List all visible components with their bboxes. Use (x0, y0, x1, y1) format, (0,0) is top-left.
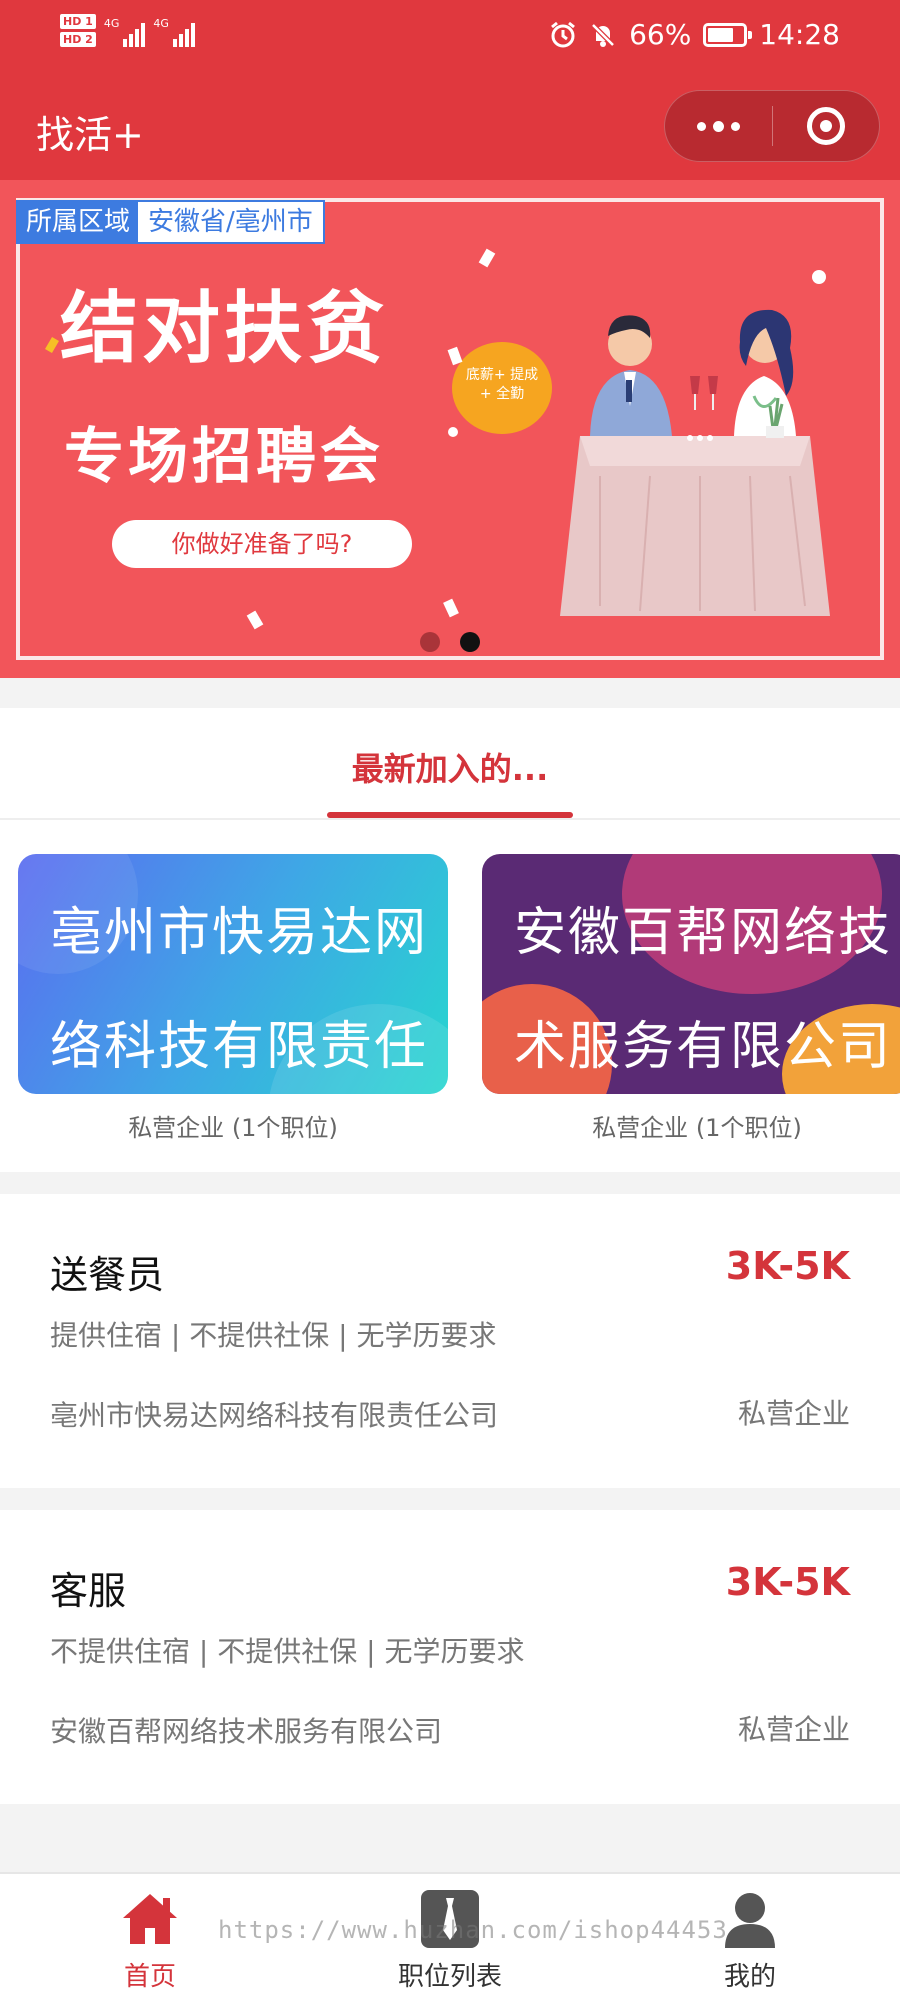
network-type-2: 4G (153, 17, 169, 30)
region-value: 安徽省/亳州市 (148, 207, 313, 237)
banner-title: 结对扶贫 (60, 284, 389, 374)
more-menu-button[interactable] (665, 91, 772, 161)
job-salary: 3K-5K (725, 1560, 850, 1604)
latest-section-header: 最新加入的... (0, 708, 900, 820)
watermark: https://www.huzhan.com/ishop44453 (218, 1916, 728, 1944)
hd-badges: HD 1 HD 2 (60, 14, 96, 50)
job-company: 亳州市快易达网络科技有限责任公司 (50, 1399, 499, 1432)
battery-charging-icon (703, 22, 753, 47)
battery-percent: 66% (629, 18, 692, 51)
confetti-decoration (448, 427, 458, 437)
target-circle-icon (806, 107, 845, 145)
confetti-decoration (812, 270, 826, 284)
company-name: 亳州市快易达网络科技有限责任 (50, 903, 429, 1077)
tab-mine-label: 我的 (723, 1962, 776, 1992)
home-icon (123, 1894, 177, 1944)
company-banner: 安徽百帮网络技术服务有限公司 (482, 854, 900, 1094)
region-selector[interactable]: 所属区域 安徽省/亳州市 (16, 200, 325, 244)
miniprogram-capsule (664, 90, 880, 162)
nav-bar: 找活+ (0, 82, 900, 180)
company-carousel[interactable]: 亳州市快易达网络科技有限责任 私营企业 (1个职位) 安徽百帮网络技术服务有限公… (0, 820, 900, 1172)
job-benefits: 提供住宿 | 不提供社保 | 无学历要求 (50, 1319, 497, 1352)
speech-bubble: 底薪+ 提成 + 全勤 (452, 342, 552, 434)
hd2-badge: HD 2 (60, 32, 96, 47)
clock: 14:28 (759, 18, 840, 51)
network-type-1: 4G (103, 17, 120, 30)
bubble-line-2: + 全勤 (479, 386, 525, 402)
status-right: 66% 14:28 (549, 18, 840, 51)
signal-icon-sim1: 4G (104, 17, 146, 47)
user-icon (725, 1893, 775, 1948)
tab-job-list-label: 职位列表 (397, 1962, 502, 1992)
company-card[interactable]: 安徽百帮网络技术服务有限公司 私营企业 (1个职位) (482, 854, 900, 1143)
company-type: 私营企业 (737, 1397, 850, 1430)
company-banner: 亳州市快易达网络科技有限责任 (18, 854, 448, 1094)
close-miniprogram-button[interactable] (773, 91, 880, 161)
status-bar: HD 1 HD 2 4G 4G 66% 14:28 (0, 0, 900, 82)
signal-icon-sim2: 4G (153, 17, 195, 47)
section-tab-latest[interactable]: 最新加入的... (0, 744, 900, 790)
bell-off-icon (591, 22, 615, 47)
banner-pill: 你做好准备了吗? (112, 520, 412, 568)
carousel-indicator[interactable] (420, 632, 480, 652)
region-label: 所属区域 (18, 202, 139, 242)
signal-group: HD 1 HD 2 4G 4G (60, 14, 195, 50)
tab-underline (327, 812, 573, 818)
hd1-badge: HD 1 (60, 14, 96, 29)
company-meta: 私营企业 (1个职位) (128, 1114, 338, 1142)
company-meta: 私营企业 (1个职位) (592, 1114, 802, 1142)
company-card[interactable]: 亳州市快易达网络科技有限责任 私营企业 (1个职位) (18, 854, 448, 1143)
couple-dining-illustration (560, 309, 830, 616)
banner-subtitle: 专场招聘会 (64, 422, 384, 492)
company-name: 安徽百帮网络技术服务有限公司 (514, 903, 893, 1077)
more-dots-icon (696, 121, 706, 131)
carousel-dot[interactable] (420, 632, 440, 652)
alarm-icon (551, 21, 575, 47)
tab-home-label: 首页 (123, 1962, 176, 1992)
job-card[interactable]: 送餐员 3K-5K 提供住宿 | 不提供社保 | 无学历要求 亳州市快易达网络科… (0, 1194, 900, 1488)
page-title: 找活+ (36, 113, 144, 157)
job-salary: 3K-5K (725, 1244, 850, 1288)
promo-banner[interactable]: 所属区域 安徽省/亳州市 结对扶贫 专场招聘会 你做好准备了吗? 底薪+ 提成 … (0, 180, 900, 678)
job-card[interactable]: 客服 3K-5K 不提供住宿 | 不提供社保 | 无学历要求 安徽百帮网络技术服… (0, 1510, 900, 1804)
job-title: 客服 (50, 1569, 127, 1613)
company-type: 私营企业 (737, 1713, 850, 1746)
carousel-dot-active[interactable] (460, 632, 480, 652)
job-company: 安徽百帮网络技术服务有限公司 (50, 1715, 443, 1748)
job-title: 送餐员 (50, 1253, 165, 1297)
bubble-line-1: 底薪+ 提成 (465, 367, 539, 383)
job-benefits: 不提供住宿 | 不提供社保 | 无学历要求 (50, 1635, 525, 1668)
